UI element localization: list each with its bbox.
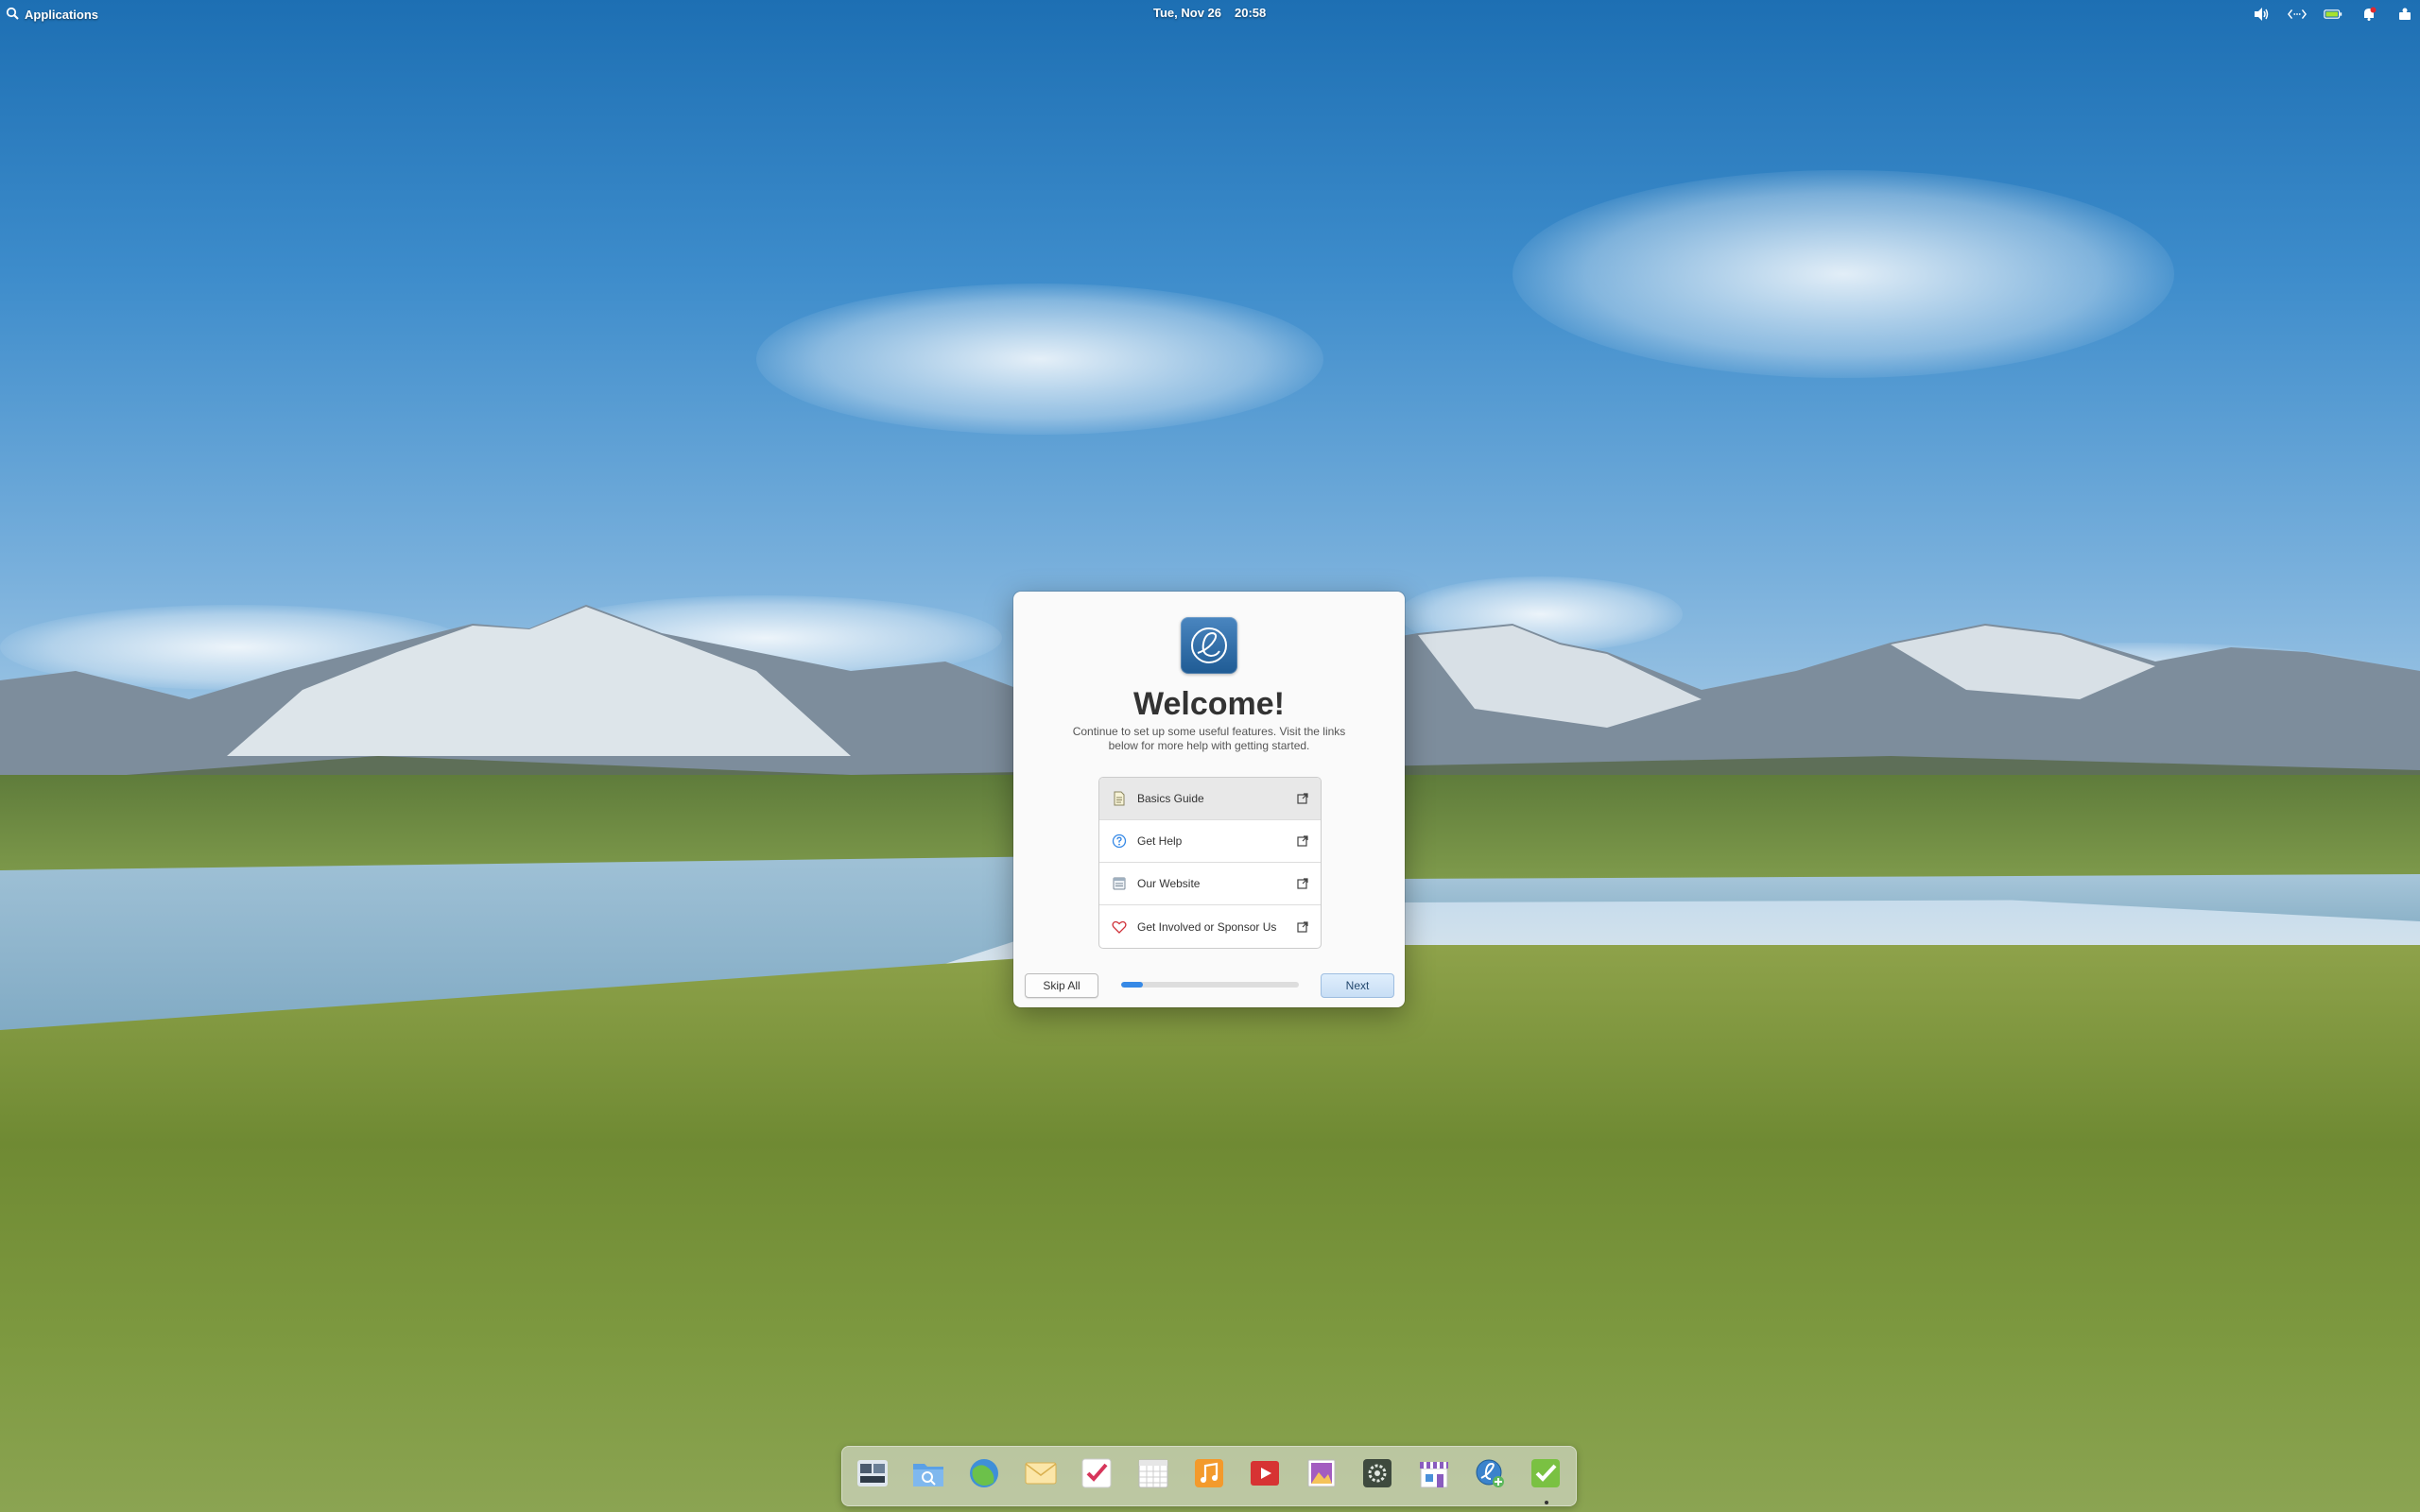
battery-icon[interactable] <box>2324 5 2342 24</box>
browser-icon <box>967 1456 1001 1497</box>
appcenter-icon <box>1418 1457 1450 1496</box>
dock-item-system-settings[interactable] <box>1356 1453 1400 1499</box>
photos-icon <box>1305 1457 1338 1496</box>
welcome-dialog: Welcome! Continue to set up some useful … <box>1013 592 1405 1007</box>
wallpaper-field <box>0 945 2420 1512</box>
external-link-icon <box>1296 834 1309 848</box>
document-icon <box>1111 790 1128 807</box>
skip-all-button[interactable]: Skip All <box>1025 973 1098 998</box>
elementary-logo-icon <box>1181 617 1237 674</box>
session-icon[interactable] <box>2395 5 2414 24</box>
dock-item-tasks[interactable] <box>1075 1453 1119 1499</box>
multitasking-icon <box>856 1458 890 1495</box>
dock-item-photos[interactable] <box>1299 1453 1343 1499</box>
dock-item-files[interactable] <box>906 1453 950 1499</box>
help-links-list: Basics Guide Get Help Our Website Get In… <box>1098 777 1322 949</box>
checkmark-icon <box>1530 1457 1562 1496</box>
network-icon[interactable] <box>2288 5 2307 24</box>
top-panel: Applications Tue, Nov 26 20:58 <box>0 0 2420 28</box>
installer-icon <box>1474 1457 1506 1496</box>
date-label: Tue, Nov 26 <box>1153 6 1222 20</box>
desktop: Applications Tue, Nov 26 20:58 Welcome! … <box>0 0 2420 1512</box>
external-link-icon <box>1296 920 1309 934</box>
running-indicator <box>1544 1501 1548 1504</box>
next-button[interactable]: Next <box>1321 973 1394 998</box>
website-icon <box>1111 875 1128 892</box>
heart-icon <box>1111 919 1128 936</box>
dock-item-music[interactable] <box>1186 1453 1231 1499</box>
link-basics-guide[interactable]: Basics Guide <box>1099 778 1321 820</box>
link-get-help[interactable]: Get Help <box>1099 820 1321 863</box>
dock-item-videos[interactable] <box>1243 1453 1288 1499</box>
dock <box>841 1446 1577 1506</box>
link-label: Get Help <box>1137 834 1183 848</box>
dock-item-calendar[interactable] <box>1131 1453 1175 1499</box>
time-label: 20:58 <box>1235 6 1267 20</box>
dock-item-appcenter[interactable] <box>1411 1453 1456 1499</box>
external-link-icon <box>1296 792 1309 805</box>
setup-progress-bar <box>1121 982 1299 988</box>
external-link-icon <box>1296 877 1309 890</box>
videos-icon <box>1249 1459 1281 1494</box>
datetime-indicator[interactable]: Tue, Nov 26 20:58 <box>1153 6 1266 20</box>
welcome-subtitle: Continue to set up some useful features.… <box>1072 725 1346 752</box>
applications-label: Applications <box>25 7 99 22</box>
dock-item-initial-setup[interactable] <box>1524 1453 1568 1504</box>
wallpaper-cloud <box>1512 170 2174 378</box>
dock-item-web-browser[interactable] <box>962 1453 1007 1499</box>
settings-icon <box>1361 1457 1393 1496</box>
link-label: Our Website <box>1137 877 1201 890</box>
calendar-icon <box>1137 1457 1169 1496</box>
indicator-area <box>2252 4 2414 25</box>
dock-item-mail[interactable] <box>1018 1453 1063 1499</box>
welcome-title: Welcome! <box>1133 686 1285 722</box>
dock-item-installer[interactable] <box>1467 1453 1512 1499</box>
link-label: Basics Guide <box>1137 792 1204 805</box>
music-icon <box>1193 1457 1225 1496</box>
link-get-involved[interactable]: Get Involved or Sponsor Us <box>1099 905 1321 948</box>
notifications-icon[interactable] <box>2360 5 2378 24</box>
wallpaper-cloud <box>756 284 1323 435</box>
dock-item-multitasking-view[interactable] <box>850 1453 894 1499</box>
applications-menu[interactable]: Applications <box>6 4 98 25</box>
wallpaper-lake <box>1399 874 2420 921</box>
help-icon <box>1111 833 1128 850</box>
files-icon <box>911 1458 945 1495</box>
setup-progress-fill <box>1121 982 1143 988</box>
mail-icon <box>1024 1459 1058 1494</box>
volume-icon[interactable] <box>2252 5 2271 24</box>
search-icon <box>6 7 19 23</box>
link-label: Get Involved or Sponsor Us <box>1137 919 1277 934</box>
tasks-icon <box>1080 1457 1113 1496</box>
link-our-website[interactable]: Our Website <box>1099 863 1321 905</box>
